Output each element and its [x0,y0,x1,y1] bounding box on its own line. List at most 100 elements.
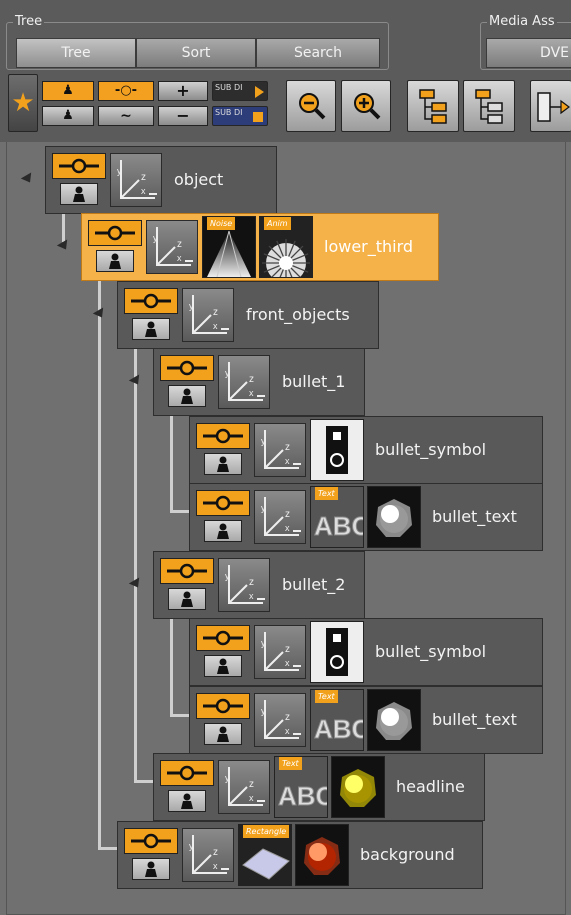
container-toggle[interactable] [124,828,178,882]
expand-arrow-icon[interactable] [20,172,36,186]
control-toggle[interactable] [124,288,178,314]
transformation-icon[interactable]: y zx [218,760,270,814]
tree-node[interactable]: y z x front_objects [92,281,379,349]
transformation-icon[interactable]: y zx [254,693,306,747]
text-thumbnail[interactable]: ABC Text [310,689,364,751]
transformation-icon[interactable]: y zx [110,153,162,207]
expand-tree-button[interactable] [407,80,459,132]
control-toggle[interactable] [160,760,214,786]
control-toggle[interactable] [88,220,142,246]
person-icon [217,523,229,539]
symbol-thumbnail[interactable] [310,621,364,683]
visibility-toggle[interactable] [168,385,206,407]
tree-node[interactable]: y z x bullet_symbol [189,618,543,686]
container-toggle[interactable] [196,693,250,747]
transformation-icon[interactable]: y zx [218,558,270,612]
transformation-icon[interactable]: y zx [218,355,270,409]
text-thumbnail[interactable]: ABC Text [274,756,328,818]
visibility-toggle[interactable] [204,655,242,677]
transformation-icon[interactable]: y zx [182,288,234,342]
noise-thumbnail[interactable]: Noise [202,216,256,278]
control-toggle[interactable] [160,355,214,381]
tree-node[interactable]: y z x Noise Anim lower_third [56,213,439,281]
transformation-icon[interactable]: y zx [254,625,306,679]
visibility-toggle[interactable] [60,183,98,205]
container-toggle[interactable] [196,625,250,679]
plugin-tag: Noise [207,217,236,230]
anim-thumbnail[interactable]: Anim [259,216,313,278]
visibility-toggle[interactable] [132,318,170,340]
collapse-tree-button[interactable] [463,80,515,132]
tree-node[interactable]: y z x Rectangle background [117,821,483,889]
svg-text:z: z [249,374,254,385]
expand-arrow-icon[interactable] [128,577,144,591]
control-toggle[interactable] [196,625,250,651]
control-toggle[interactable] [196,490,250,516]
sphere-white-thumbnail[interactable] [367,689,421,751]
svg-text:x: x [249,793,254,803]
visibility-toggle[interactable] [168,588,206,610]
person-icon: ♟ [62,83,74,98]
tree-node[interactable]: y zx ABC Text bullet_text [189,686,543,754]
expand-arrow-icon[interactable] [128,374,144,388]
visibility-toggle[interactable] [204,520,242,542]
symbol-thumbnail[interactable] [310,419,364,481]
sphere-white-thumbnail[interactable] [367,486,421,548]
dve-button[interactable]: DVE [486,38,571,68]
visibility-toggle[interactable] [96,250,134,272]
axis-icon: y zx [225,767,265,806]
add-button[interactable]: + [158,81,208,101]
transformation-icon[interactable]: y zx [254,423,306,477]
expand-arrow-icon[interactable] [56,239,72,253]
sphere-yellow-thumbnail[interactable] [331,756,385,818]
container-toggle[interactable] [160,355,214,409]
text-thumbnail[interactable]: ABC Text [310,486,364,548]
tree-node[interactable]: y zx ABC Text headline [153,753,485,821]
tab-sort[interactable]: Sort [136,38,256,68]
container-toggle[interactable] [160,760,214,814]
visibility-toggle[interactable] [204,723,242,745]
visibility-toggle[interactable] [204,453,242,475]
control-toggle[interactable] [52,153,106,179]
container-toggle[interactable] [160,558,214,612]
visibility-toggle[interactable] [132,858,170,880]
zoom-out-button[interactable] [286,80,336,132]
tree-node[interactable]: y z x bullet_symbol [189,416,543,484]
container-toggle[interactable] [88,220,142,274]
sub-dir-button-1[interactable]: SUB DI [212,81,268,101]
transformation-icon[interactable]: y zx [146,220,198,274]
favorites-button[interactable]: ★ [8,74,38,132]
container-toggle[interactable] [52,153,106,207]
expand-arrow-icon[interactable] [92,307,108,321]
control-toggle[interactable] [160,558,214,584]
control-on-button[interactable]: -○- [98,81,154,101]
control-icon: -○- [114,83,138,98]
sub-dir-button-2[interactable]: SUB DI [212,106,268,126]
control-toggle[interactable] [196,423,250,449]
container-toggle[interactable] [196,490,250,544]
tab-tree[interactable]: Tree [16,38,136,68]
tree-node[interactable]: y z x object [20,146,277,214]
tab-search[interactable]: Search [256,38,380,68]
remove-button[interactable]: − [158,106,208,126]
tree-branch-button[interactable] [530,80,571,132]
control-toggle[interactable] [124,828,178,854]
zoom-in-button[interactable] [341,80,391,132]
visibility-all-button[interactable]: ♟ [42,81,94,101]
tree-node[interactable]: y z x bullet_1 [128,348,365,416]
control-toggle[interactable] [196,693,250,719]
visibility-none-button[interactable]: ♟ [42,106,94,126]
container-toggle[interactable] [124,288,178,342]
axis-icon: y zx [225,362,265,401]
tree-node[interactable]: y z x bullet_2 [128,551,365,619]
control-off-button[interactable]: ∼ [98,106,154,126]
tree-node[interactable]: y zx ABC Text bullet_text [189,483,543,551]
container-toggle[interactable] [196,423,250,477]
svg-text:y: y [225,368,230,378]
transformation-icon[interactable]: y zx [182,828,234,882]
transformation-icon[interactable]: y zx [254,490,306,544]
visibility-toggle[interactable] [168,790,206,812]
rectangle-thumbnail[interactable]: Rectangle [238,824,292,886]
svg-text:z: z [249,779,254,790]
sphere-red-thumbnail[interactable] [295,824,349,886]
